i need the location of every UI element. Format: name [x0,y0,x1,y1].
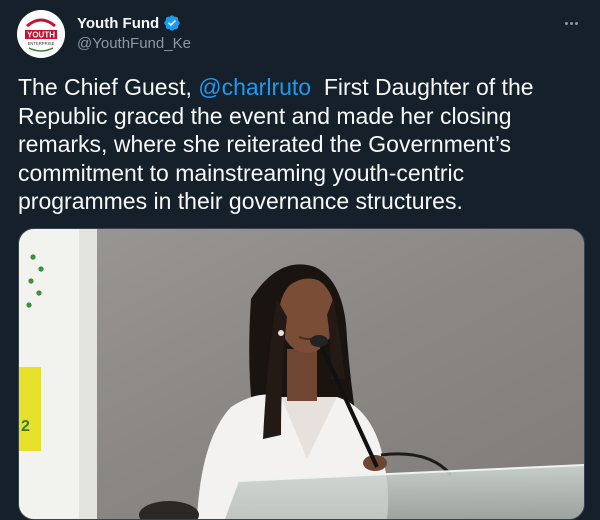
svg-text:ENTERPRISE: ENTERPRISE [28,41,55,46]
more-dot-icon [564,21,568,25]
display-name[interactable]: Youth Fund [77,15,159,32]
youth-enterprise-logo-icon: YOUTH ENTERPRISE [17,10,65,58]
speaker-at-podium-photo-icon: 2 [19,229,584,519]
avatar[interactable]: YOUTH ENTERPRISE [17,10,65,58]
tweet-text: The Chief Guest, @charlruto First Daught… [18,73,578,216]
verified-badge-icon [164,15,180,31]
handle[interactable]: @YouthFund_Ke [77,35,191,52]
mention-link[interactable]: @charlruto [198,74,311,100]
name-row: Youth Fund [77,14,181,32]
tweet-media-photo[interactable]: 2 [18,228,585,520]
more-dot-icon [569,21,573,25]
tweet-card[interactable]: YOUTH ENTERPRISE Youth Fund @YouthFund_K… [0,0,600,520]
svg-text:YOUTH: YOUTH [27,31,55,40]
more-dot-icon [574,21,578,25]
more-options-button[interactable] [560,12,582,34]
svg-text:2: 2 [21,418,30,435]
tweet-text-start: The Chief Guest, [18,74,199,100]
